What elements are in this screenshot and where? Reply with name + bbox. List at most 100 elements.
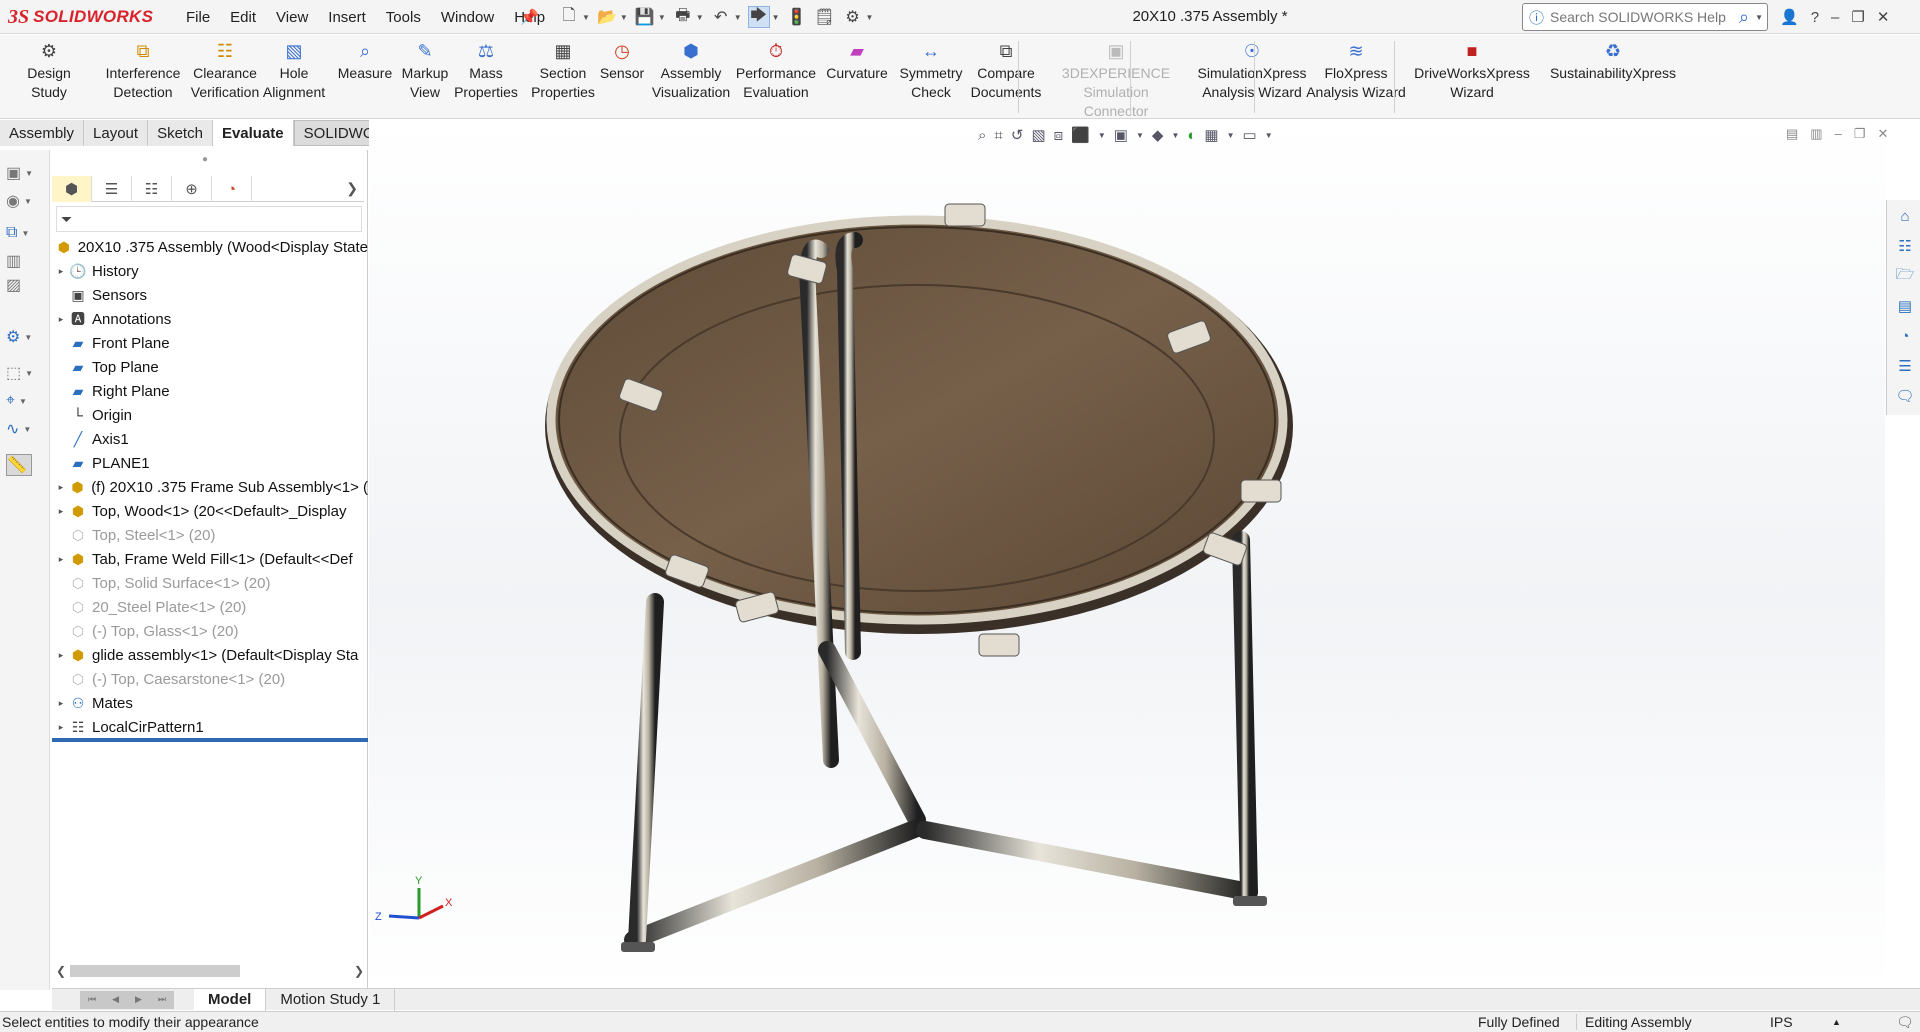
appearances-scenes-icon[interactable]: ◔ bbox=[1895, 326, 1915, 346]
horizontal-scrollbar[interactable]: ❮ ❯ bbox=[56, 962, 364, 980]
file-properties-icon[interactable]: 🗒 bbox=[814, 6, 836, 28]
tab-assembly[interactable]: Assembly bbox=[0, 120, 85, 146]
tree-item[interactable]: ╱ Axis1 bbox=[52, 427, 368, 451]
viewport-minimize-icon[interactable]: – bbox=[1835, 126, 1842, 142]
tree-item[interactable]: ⬢ 20X10 .375 Assembly (Wood<Display State bbox=[52, 235, 368, 259]
symmetry-check-button[interactable]: ↔ Symmetry Check bbox=[896, 39, 966, 102]
search-field[interactable]: ⓘ Search SOLIDWORKS Help ⌕ ▼ bbox=[1522, 3, 1768, 31]
viewport-close-icon[interactable]: ✕ bbox=[1877, 126, 1888, 142]
toolbar-item[interactable]: ◉ ▼ bbox=[6, 190, 40, 212]
first-tab-icon[interactable]: ⏮ bbox=[88, 994, 96, 1005]
section-properties-button[interactable]: ▦ Section Properties bbox=[528, 39, 598, 102]
3dexperience-simulation-connector-button[interactable]: ▣ 3DEXPERIENCE Simulation Connector bbox=[1050, 39, 1182, 121]
assembly-visualization-button[interactable]: ⬢ Assembly Visualization bbox=[650, 39, 732, 102]
chevron-down-icon[interactable]: ▼ bbox=[658, 13, 666, 22]
expand-arrow-icon[interactable]: ▸ bbox=[54, 314, 68, 325]
mounting-tab[interactable] bbox=[1240, 479, 1282, 503]
mass-properties-button[interactable]: ⚖ Mass Properties bbox=[454, 39, 518, 102]
tab-sketch[interactable]: Sketch bbox=[148, 120, 213, 146]
tree-item[interactable]: ▸ 🕒 History bbox=[52, 259, 368, 283]
mounting-tab[interactable] bbox=[944, 203, 986, 227]
restore-icon[interactable]: ❐ bbox=[1851, 8, 1864, 26]
table-model[interactable]: Y X Z bbox=[369, 120, 1885, 988]
help-question-icon[interactable]: ? bbox=[1811, 9, 1819, 26]
search-icon[interactable]: ⌕ bbox=[1739, 7, 1749, 28]
chevron-down-icon[interactable]: ▼ bbox=[1098, 131, 1106, 140]
user-icon[interactable]: 👤 bbox=[1780, 8, 1799, 26]
tree-rollback-bar[interactable] bbox=[52, 738, 368, 742]
toolbar-item[interactable]: ⬚ ▼ bbox=[6, 362, 40, 384]
open-folder-icon[interactable]: 📂 bbox=[596, 6, 618, 28]
display-manager-tab-icon[interactable]: ◔ bbox=[212, 176, 252, 202]
minimize-icon[interactable]: – bbox=[1831, 9, 1839, 26]
chevron-down-icon[interactable]: ▼ bbox=[582, 13, 590, 22]
display-style-icon[interactable]: ▣ bbox=[1114, 126, 1128, 144]
chevron-down-icon[interactable]: ▼ bbox=[1755, 13, 1767, 22]
chevron-down-icon[interactable]: ▼ bbox=[1265, 131, 1273, 140]
leg-right[interactable] bbox=[1232, 531, 1258, 901]
toolbar-item[interactable]: ▥ bbox=[6, 250, 40, 272]
toolbar-item[interactable]: ⌖ ▼ bbox=[6, 390, 40, 412]
design-study-button[interactable]: ⚙ Design Study bbox=[8, 39, 90, 102]
solidworks-resources-icon[interactable]: ⌂ bbox=[1895, 206, 1915, 226]
units-selector[interactable]: IPS bbox=[1770, 1014, 1793, 1030]
chevron-down-icon[interactable]: ▼ bbox=[1136, 131, 1144, 140]
toolbar-item[interactable]: ∿ ▼ bbox=[6, 418, 40, 440]
expand-arrow-icon[interactable]: ▸ bbox=[54, 266, 68, 277]
chevron-down-icon[interactable]: ▼ bbox=[866, 13, 874, 22]
edit-appearance-icon[interactable]: ◐ bbox=[1187, 127, 1196, 144]
leg-left[interactable] bbox=[628, 593, 664, 949]
curvature-button[interactable]: ▰ Curvature bbox=[824, 39, 890, 83]
scroll-left-icon[interactable]: ❮ bbox=[56, 964, 66, 978]
scroll-right-icon[interactable]: ❯ bbox=[354, 964, 364, 978]
toolbar-item[interactable]: ▣ ▼ bbox=[6, 162, 40, 184]
model-tab-model[interactable]: Model bbox=[194, 988, 267, 1011]
chevron-down-icon[interactable]: ▼ bbox=[1227, 131, 1235, 140]
tree-item[interactable]: ⬡ 20_Steel Plate<1> (20) bbox=[52, 595, 368, 619]
chevron-down-icon[interactable]: ▼ bbox=[696, 13, 704, 22]
menu-item-insert[interactable]: Insert bbox=[318, 9, 376, 26]
expand-arrow-icon[interactable]: ▸ bbox=[54, 482, 68, 493]
measure-button[interactable]: ⌕ Measure bbox=[335, 39, 395, 83]
chevron-right-icon[interactable]: ❯ bbox=[346, 180, 358, 197]
new-document-icon[interactable]: 🗋 bbox=[558, 6, 580, 28]
tabletop-underside[interactable] bbox=[546, 215, 1288, 625]
toolbar-item[interactable]: 📏 bbox=[6, 454, 32, 476]
markup-view-button[interactable]: ✎ Markup View bbox=[397, 39, 453, 102]
tree-item[interactable]: ⬡ (-) Top, Caesarstone<1> (20) bbox=[52, 667, 368, 691]
close-icon[interactable]: ✕ bbox=[1877, 8, 1890, 26]
previous-view-icon[interactable]: ↺ bbox=[1011, 126, 1024, 144]
last-tab-icon[interactable]: ⏭ bbox=[158, 994, 166, 1005]
hole-alignment-button[interactable]: ▧ Hole Alignment bbox=[262, 39, 326, 102]
tree-item[interactable]: └ Origin bbox=[52, 403, 368, 427]
file-explorer-icon[interactable]: 🗁 bbox=[1895, 266, 1915, 286]
tree-item[interactable]: ▸ ⬢ Tab, Frame Weld Fill<1> (Default<<Def bbox=[52, 547, 368, 571]
panel-resize-handle[interactable]: ● bbox=[202, 154, 208, 165]
configuration-manager-tab-icon[interactable]: ☷ bbox=[132, 176, 172, 202]
toolbar-item[interactable]: ▨ bbox=[6, 274, 40, 296]
driveworksxpress-wizard-button[interactable]: ■ DriveWorksXpress Wizard bbox=[1414, 39, 1530, 102]
zoom-to-area-icon[interactable]: ⌗ bbox=[994, 127, 1002, 144]
dynamic-annotation-icon[interactable]: ⧈ bbox=[1054, 127, 1064, 144]
tree-item[interactable]: ▸ ⬢ (f) 20X10 .375 Frame Sub Assembly<1> ( bbox=[52, 475, 368, 499]
forum-icon[interactable]: 🗨 bbox=[1895, 386, 1915, 406]
tree-item[interactable]: ▣ Sensors bbox=[52, 283, 368, 307]
glide-foot[interactable] bbox=[621, 942, 655, 952]
tree-item[interactable]: ▸ 🅰 Annotations bbox=[52, 307, 368, 331]
tab-navigation-buttons[interactable]: ⏮ ◀ ▶ ⏭ bbox=[80, 990, 174, 1009]
hide-show-items-icon[interactable]: ◆ bbox=[1152, 126, 1164, 144]
menu-item-edit[interactable]: Edit bbox=[220, 9, 266, 26]
tree-item[interactable]: ▸ ☷ LocalCirPattern1 bbox=[52, 715, 368, 739]
view-orientation-icon[interactable]: ⬛ bbox=[1071, 126, 1090, 144]
expand-arrow-icon[interactable]: ▸ bbox=[54, 698, 68, 709]
chevron-down-icon[interactable]: ▼ bbox=[1171, 131, 1179, 140]
save-icon[interactable]: 💾 bbox=[634, 6, 656, 28]
expand-arrow-icon[interactable]: ▸ bbox=[54, 650, 68, 661]
view-settings-icon[interactable]: ▭ bbox=[1243, 126, 1257, 144]
undo-icon[interactable]: ↶ bbox=[710, 6, 732, 28]
menu-item-window[interactable]: Window bbox=[431, 9, 504, 26]
comment-icon[interactable]: 🗨 bbox=[1896, 1014, 1914, 1031]
tree-filter[interactable]: ⏷ bbox=[56, 206, 362, 232]
tree-item[interactable]: ▸ ⬢ glide assembly<1> (Default<Display Sta bbox=[52, 643, 368, 667]
tree-item[interactable]: ⬡ (-) Top, Glass<1> (20) bbox=[52, 619, 368, 643]
